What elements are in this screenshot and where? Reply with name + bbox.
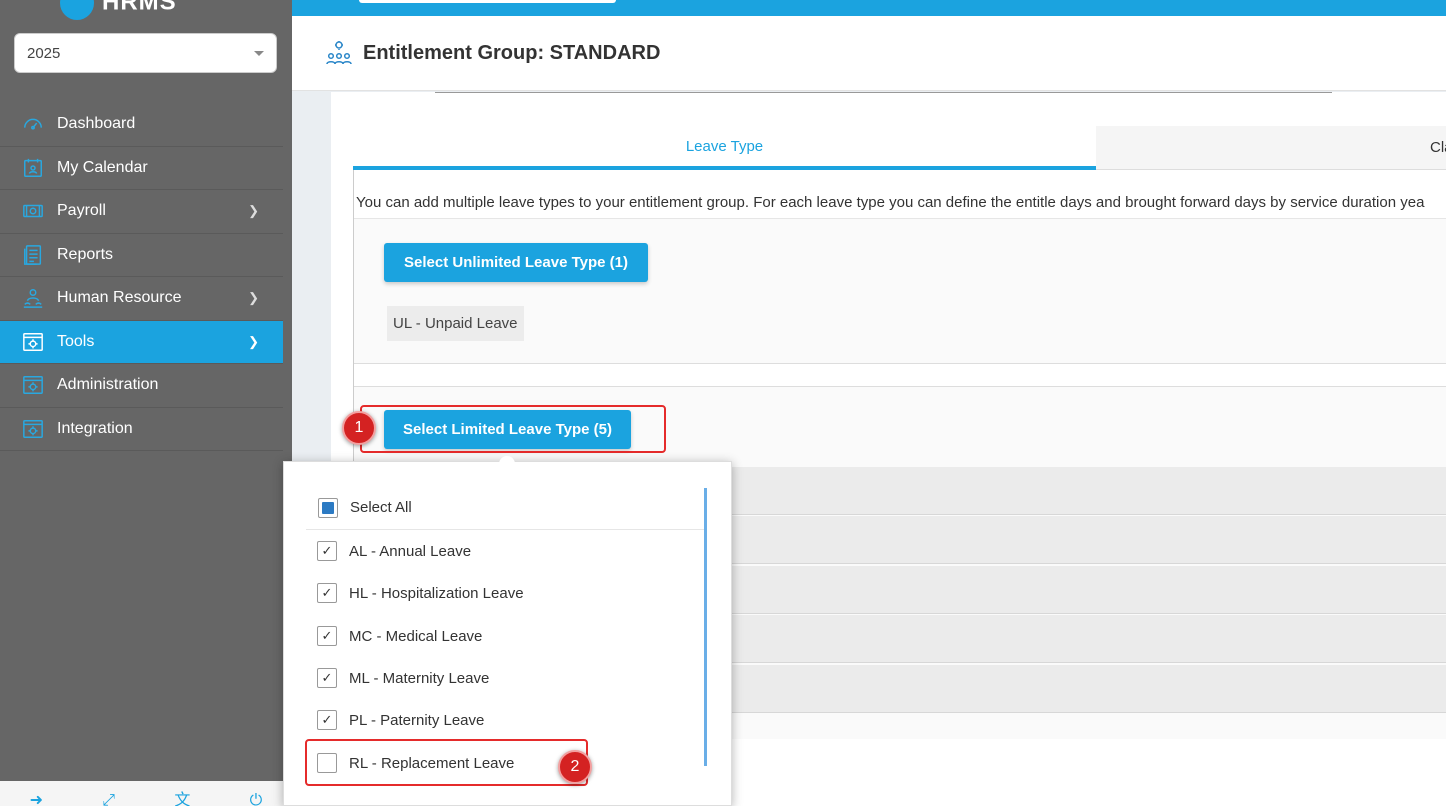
description-text: You can add multiple leave types to your… [356, 194, 1425, 211]
step-badge: 1 [342, 411, 376, 445]
tab-leave-type[interactable]: Leave Type [353, 126, 1096, 170]
checkbox[interactable]: ✓ [317, 668, 337, 688]
select-all-option[interactable]: Select All [306, 486, 704, 530]
integration-window-icon [23, 419, 43, 438]
sidebar-item-label: Tools [57, 332, 95, 350]
option-hl[interactable]: ✓ HL - Hospitalization Leave [317, 580, 524, 606]
option-label: PL - Paternity Leave [349, 711, 485, 729]
highlight-box [305, 739, 588, 786]
gauge-icon [24, 119, 42, 130]
divider [435, 92, 1332, 93]
power-icon[interactable]: ⏻ [250, 792, 263, 806]
translate-icon[interactable]: 文 [174, 786, 190, 806]
option-mc[interactable]: ✓ MC - Medical Leave [317, 623, 482, 649]
checkbox[interactable]: ✓ [317, 583, 337, 603]
search-input[interactable] [359, 0, 616, 3]
sidebar-item-label: Payroll [57, 202, 106, 220]
scrollbar[interactable] [704, 488, 707, 766]
sidebar-item-label: My Calendar [57, 158, 148, 176]
option-al[interactable]: ✓ AL - Annual Leave [317, 538, 471, 564]
report-icon [24, 244, 42, 265]
option-label: Select All [350, 499, 412, 516]
calendar-person-icon [24, 158, 42, 177]
sidebar-item-label: Reports [57, 245, 114, 263]
option-label: AL - Annual Leave [349, 542, 472, 560]
option-label: ML - Maternity Leave [349, 669, 490, 687]
sidebar-item-label: Integration [57, 419, 133, 437]
option-label: HL - Hospitalization Leave [349, 584, 524, 602]
sidebar-item-tools[interactable]: Tools ❯ [0, 320, 283, 364]
sidebar: HRMS 2025 Dashboard My Calendar Payroll … [0, 0, 292, 806]
fullscreen-icon[interactable]: ⤢ [102, 792, 115, 806]
chevron-down-icon: ❯ [248, 290, 259, 306]
select-all-checkbox[interactable] [318, 497, 338, 518]
top-bar [292, 0, 1446, 16]
sidebar-item-label: Dashboard [57, 115, 136, 133]
popup-notch [499, 456, 515, 472]
entitlement-group-icon [326, 41, 352, 65]
chevron-down-icon: ❯ [248, 203, 259, 219]
option-pl[interactable]: ✓ PL - Paternity Leave [317, 707, 484, 733]
checkbox[interactable]: ✓ [317, 626, 337, 646]
tools-window-icon [23, 332, 43, 351]
sidebar-item-human-resource[interactable]: Human Resource ❯ [0, 277, 283, 321]
people-icon [23, 289, 43, 309]
sidebar-item-label: Administration [57, 376, 159, 394]
unlimited-leave-section: Select Unlimited Leave Type (1) UL - Unp… [354, 219, 1446, 364]
page-title: Entitlement Group: STANDARD [363, 41, 661, 64]
year-select-value: 2025 [27, 44, 61, 62]
option-ml[interactable]: ✓ ML - Maternity Leave [317, 665, 489, 691]
leave-row [708, 665, 1446, 713]
chevron-down-icon [254, 50, 264, 56]
page-header: Entitlement Group: STANDARD [292, 16, 1446, 91]
select-unlimited-leave-button[interactable]: Select Unlimited Leave Type (1) [384, 243, 648, 282]
logo: HRMS [60, 0, 177, 20]
money-icon [23, 205, 43, 218]
leave-chip: UL - Unpaid Leave [387, 306, 524, 341]
highlight-box [360, 405, 666, 453]
leave-row [708, 615, 1446, 663]
leave-row [708, 516, 1446, 564]
admin-window-icon [23, 376, 43, 395]
sidebar-item-reports[interactable]: Reports [0, 234, 283, 277]
sidebar-nav: Dashboard My Calendar Payroll ❯ Reports … [0, 103, 283, 451]
step-badge: 2 [558, 750, 592, 784]
chevron-right-icon: ❯ [248, 333, 259, 349]
sidebar-item-my-calendar[interactable]: My Calendar [0, 147, 283, 190]
sidebar-item-label: Human Resource [57, 289, 182, 307]
sidebar-item-dashboard[interactable]: Dashboard [0, 103, 283, 147]
logo-icon [60, 0, 94, 20]
sidebar-item-administration[interactable]: Administration [0, 364, 283, 408]
leave-row [708, 566, 1446, 614]
year-select[interactable]: 2025 [14, 33, 277, 73]
option-label: MC - Medical Leave [349, 627, 483, 645]
sidebar-item-payroll[interactable]: Payroll ❯ [0, 190, 283, 234]
checkbox[interactable]: ✓ [317, 710, 337, 730]
sidebar-footer: ➜ ⤢ 文 ⏻ [0, 781, 292, 806]
leave-row [708, 467, 1446, 515]
checkbox[interactable]: ✓ [317, 541, 337, 561]
logout-icon[interactable]: ➜ [30, 790, 43, 806]
tab-other[interactable]: Cla [1096, 126, 1446, 170]
sidebar-item-integration[interactable]: Integration [0, 408, 283, 451]
